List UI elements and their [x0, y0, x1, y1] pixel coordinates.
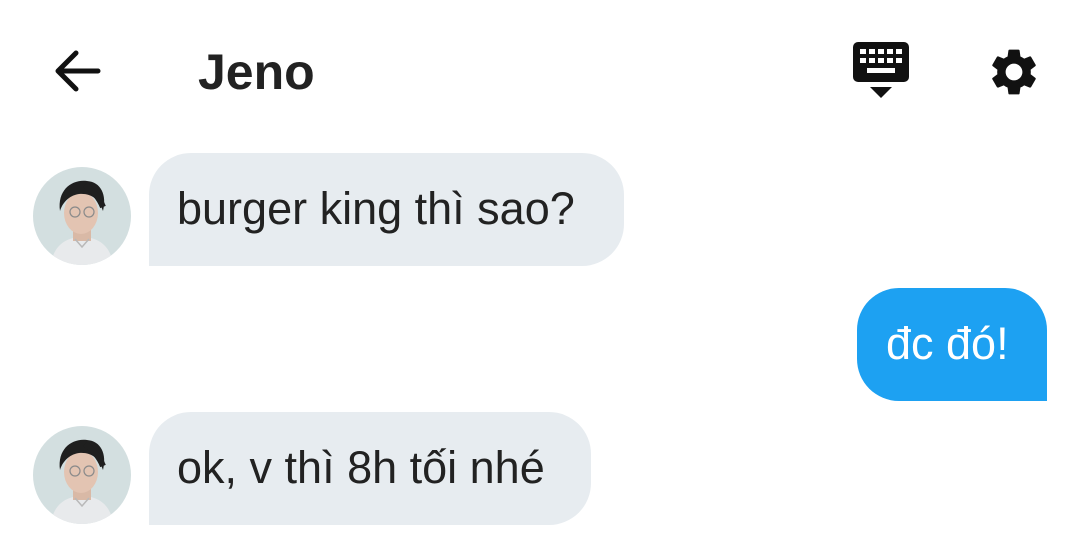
chat-screen: Jeno burger king thì sao? đc đó! ok, v t… — [0, 0, 1080, 542]
back-button[interactable] — [50, 46, 104, 96]
message-bubble-incoming[interactable]: ok, v thì 8h tối nhé — [149, 412, 591, 525]
page-title: Jeno — [198, 44, 315, 100]
message-bubble-outgoing[interactable]: đc đó! — [857, 288, 1047, 401]
contact-avatar[interactable] — [33, 426, 131, 524]
gear-icon — [992, 49, 1036, 95]
message-bubble-incoming[interactable]: burger king thì sao? — [149, 153, 624, 266]
contact-avatar[interactable] — [33, 167, 131, 265]
keyboard-button[interactable] — [848, 40, 914, 104]
arrow-left-icon — [55, 50, 101, 92]
message-text: burger king thì sao? — [177, 183, 575, 234]
message-text: đc đó! — [886, 318, 1009, 369]
settings-button[interactable] — [984, 42, 1044, 102]
message-text: ok, v thì 8h tối nhé — [177, 442, 545, 493]
keyboard-icon — [853, 42, 909, 98]
